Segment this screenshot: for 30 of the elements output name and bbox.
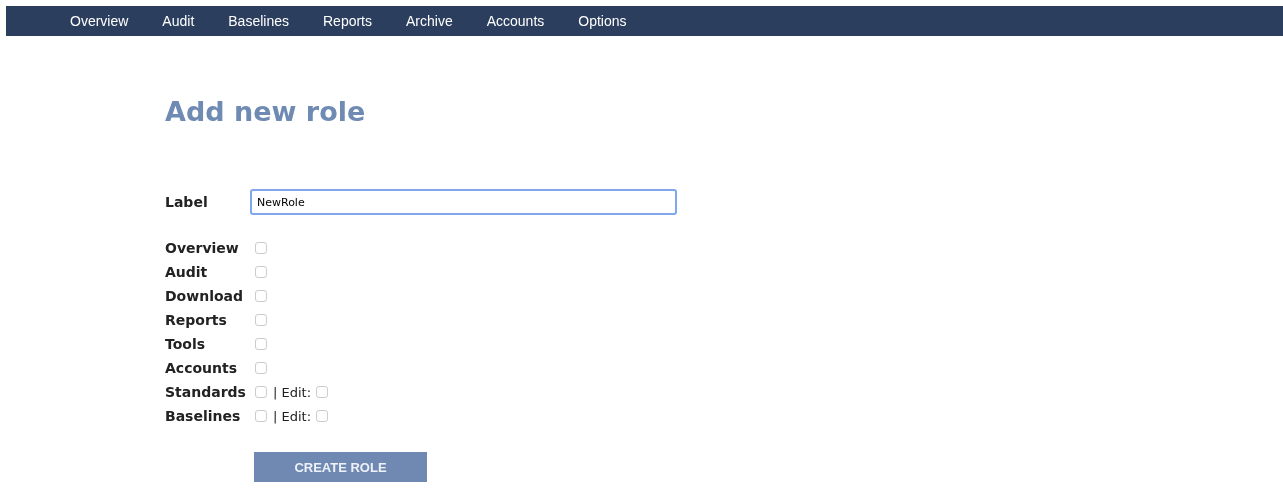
permission-label: Tools	[165, 336, 207, 352]
permission-label: Accounts	[165, 360, 238, 376]
label-input[interactable]: NewRole	[250, 189, 677, 215]
permission-label: Reports	[165, 312, 228, 328]
field-label: Label	[165, 194, 209, 210]
checkbox[interactable]	[255, 386, 267, 398]
checkbox[interactable]	[316, 386, 329, 398]
nav-link[interactable]: Baselines	[228, 13, 289, 29]
nav-link[interactable]: Archive	[406, 13, 453, 29]
checkbox[interactable]	[255, 410, 267, 422]
nav-link[interactable]: Overview	[70, 13, 129, 29]
edit-label: | Edit:	[273, 408, 312, 424]
permission-label: Standards	[165, 384, 247, 400]
edit-label: | Edit:	[273, 384, 312, 400]
checkbox[interactable]	[255, 290, 267, 302]
permission-label: Audit	[165, 264, 209, 280]
nav-link[interactable]: Accounts	[486, 13, 545, 29]
checkbox[interactable]	[255, 266, 267, 278]
permission-label: Download	[165, 288, 245, 304]
nav-link[interactable]: Audit	[162, 13, 195, 29]
checkbox[interactable]	[255, 242, 267, 254]
page-title: Add new role	[165, 95, 367, 129]
checkbox[interactable]	[255, 314, 267, 326]
permission-label: Overview	[165, 240, 240, 256]
nav-link[interactable]: Options	[578, 13, 627, 29]
permission-label: Baselines	[165, 408, 242, 424]
checkbox[interactable]	[316, 410, 329, 422]
checkbox[interactable]	[255, 362, 267, 374]
nav-link[interactable]: Reports	[323, 13, 372, 29]
checkbox[interactable]	[255, 338, 267, 350]
